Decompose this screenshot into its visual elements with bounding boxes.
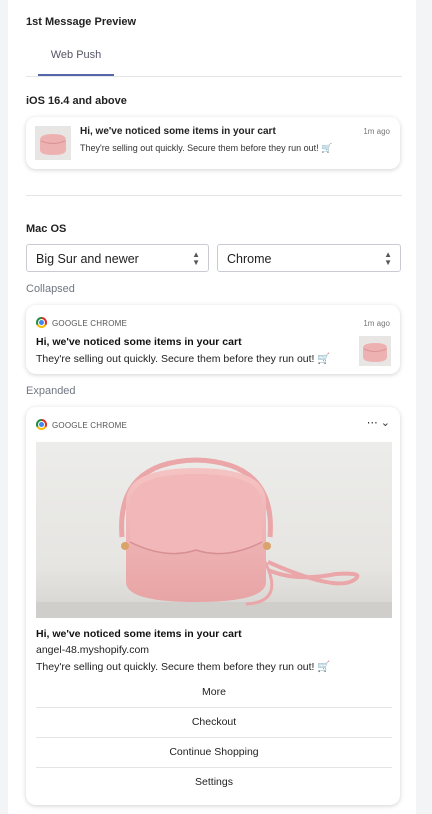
settings-action-button[interactable]: Settings <box>36 767 392 797</box>
mac-collapsed-title: Hi, we've noticed some items in your car… <box>36 336 242 348</box>
chrome-name: GOOGLE CHROME <box>52 421 128 430</box>
expanded-label: Expanded <box>26 385 76 397</box>
ios-heading: iOS 16.4 and above <box>26 95 127 107</box>
mac-heading: Mac OS <box>26 223 67 235</box>
checkout-action-button[interactable]: Checkout <box>36 707 392 737</box>
os-version-value: Big Sur and newer <box>36 252 139 266</box>
os-version-select[interactable]: Big Sur and newer ▲ ▼ <box>26 244 209 272</box>
divider <box>26 195 402 196</box>
mac-expanded-notification: GOOGLE CHROME ⋯ ⌄ Hi, we've noticed some… <box>26 407 400 805</box>
bag-image-icon <box>359 336 391 366</box>
ios-thumbnail <box>35 126 71 160</box>
preview-title: 1st Message Preview <box>26 16 137 28</box>
select-arrows-icon: ▲ ▼ <box>192 250 200 267</box>
mac-collapsed-thumbnail <box>359 336 391 366</box>
chrome-name: GOOGLE CHROME <box>52 319 128 328</box>
mac-collapsed-notification: GOOGLE CHROME 1m ago Hi, we've noticed s… <box>26 305 400 374</box>
mac-expanded-site: angel-48.myshopify.com <box>36 644 150 656</box>
chrome-logo-icon <box>36 317 47 328</box>
mac-collapsed-body: They're selling out quickly. Secure them… <box>36 353 331 365</box>
browser-value: Chrome <box>227 252 272 266</box>
continue-shopping-action-button[interactable]: Continue Shopping <box>36 737 392 767</box>
select-arrows-icon: ▲ ▼ <box>384 250 392 267</box>
pink-bag-image-icon <box>36 442 392 618</box>
tab-bar: Web Push <box>26 40 402 77</box>
mac-expanded-body: They're selling out quickly. Secure them… <box>36 661 331 673</box>
expanded-product-image <box>36 442 392 618</box>
chrome-logo-icon <box>36 419 47 430</box>
ios-notification-body: They're selling out quickly. Secure them… <box>80 143 333 153</box>
browser-select[interactable]: Chrome ▲ ▼ <box>217 244 401 272</box>
ios-notification-time: 1m ago <box>363 127 390 136</box>
mac-expanded-title: Hi, we've noticed some items in your car… <box>36 628 242 640</box>
bag-image-icon <box>35 126 71 160</box>
collapsed-label: Collapsed <box>26 283 75 295</box>
more-action-button[interactable]: More <box>36 678 392 707</box>
preview-panel: 1st Message Preview Web Push iOS 16.4 an… <box>8 0 416 814</box>
more-options-icon[interactable]: ⋯ ⌄ <box>367 416 390 429</box>
ios-notification-card: Hi, we've noticed some items in your car… <box>26 117 400 169</box>
ios-notification-title: Hi, we've noticed some items in your car… <box>80 126 276 137</box>
mac-notification-time: 1m ago <box>363 319 390 328</box>
tab-web-push[interactable]: Web Push <box>38 40 114 76</box>
